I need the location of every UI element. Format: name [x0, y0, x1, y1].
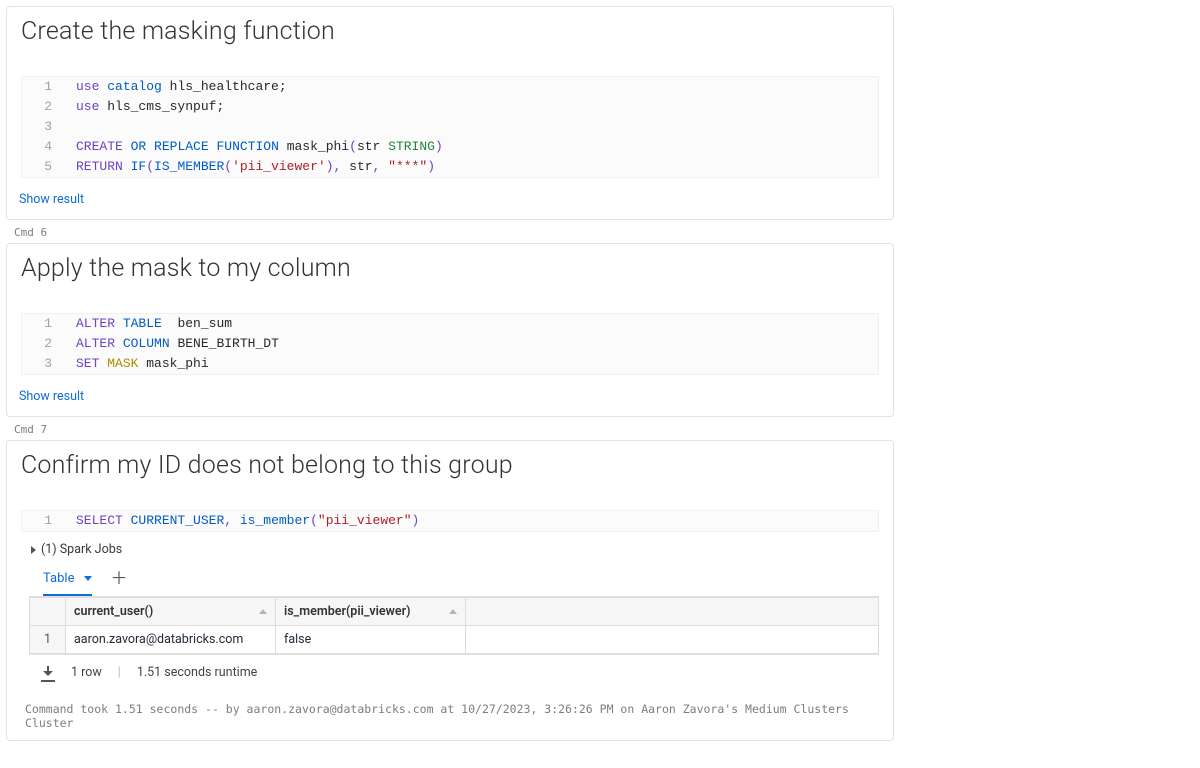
line-number: 3	[22, 354, 62, 374]
chevron-down-icon	[84, 576, 92, 581]
table-cell: aaron.zavora@databricks.com	[66, 626, 276, 654]
code-line: ALTER TABLE ben_sum	[62, 314, 232, 334]
result-footer: 1 row | 1.51 seconds runtime	[29, 654, 879, 690]
code-line	[62, 117, 84, 137]
code-line: SELECT CURRENT_USER, is_member("pii_view…	[62, 511, 419, 531]
code-line: CREATE OR REPLACE FUNCTION mask_phi(str …	[62, 137, 443, 157]
code-editor[interactable]: 1 ALTER TABLE ben_sum 2 ALTER COLUMN BEN…	[21, 313, 879, 375]
code-line: RETURN IF(IS_MEMBER('pii_viewer'), str, …	[62, 157, 435, 177]
code-line: use catalog hls_healthcare;	[62, 77, 287, 97]
cell-title: Apply the mask to my column	[7, 244, 893, 289]
show-result-link[interactable]: Show result	[7, 375, 893, 416]
row-count: 1 row	[71, 665, 102, 680]
tab-table[interactable]: Table	[43, 571, 92, 596]
line-number: 1	[22, 314, 62, 334]
code-editor[interactable]: 1 use catalog hls_healthcare; 2 use hls_…	[21, 76, 879, 178]
row-index-header	[30, 598, 66, 626]
code-line: SET MASK mask_phi	[62, 354, 209, 374]
cell-title: Confirm my ID does not belong to this gr…	[7, 441, 893, 486]
result-table: current_user() is_member(pii_viewer) 1 a…	[29, 597, 879, 654]
add-tab-button[interactable]: ＋	[110, 571, 127, 596]
code-editor[interactable]: 1 SELECT CURRENT_USER, is_member("pii_vi…	[21, 510, 879, 532]
runtime-label: 1.51 seconds runtime	[137, 665, 257, 680]
column-header[interactable]: current_user()	[66, 598, 276, 626]
notebook-cell: Apply the mask to my column 1 ALTER TABL…	[6, 243, 894, 417]
caret-right-icon	[31, 546, 36, 554]
line-number: 5	[22, 157, 62, 177]
column-header-filler	[466, 598, 879, 626]
line-number: 1	[22, 511, 62, 531]
line-number: 2	[22, 97, 62, 117]
line-number: 1	[22, 77, 62, 97]
line-number: 2	[22, 334, 62, 354]
table-row: 1 aaron.zavora@databricks.com false	[30, 626, 879, 654]
cmd-index-label: Cmd 6	[6, 224, 894, 243]
code-line: ALTER COLUMN BENE_BIRTH_DT	[62, 334, 279, 354]
cmd-index-label: Cmd 7	[6, 421, 894, 440]
sort-icon	[259, 609, 267, 614]
notebook-cell: Create the masking function 1 use catalo…	[6, 6, 894, 220]
tab-label: Table	[43, 571, 74, 586]
command-status: Command took 1.51 seconds -- by aaron.za…	[7, 696, 893, 740]
spark-jobs-toggle[interactable]: (1) Spark Jobs	[7, 532, 893, 563]
result-tabs: Table ＋	[29, 563, 879, 597]
download-icon[interactable]	[41, 666, 55, 680]
line-number: 3	[22, 117, 62, 137]
table-cell-filler	[466, 626, 879, 654]
cell-title: Create the masking function	[7, 7, 893, 52]
sort-icon	[449, 609, 457, 614]
notebook-cell: Confirm my ID does not belong to this gr…	[6, 440, 894, 741]
divider: |	[118, 665, 121, 680]
show-result-link[interactable]: Show result	[7, 178, 893, 219]
spark-jobs-label: (1) Spark Jobs	[41, 542, 122, 557]
result-panel: Table ＋ current_user() is_member(pii_vie…	[7, 563, 893, 696]
column-header[interactable]: is_member(pii_viewer)	[276, 598, 466, 626]
line-number: 4	[22, 137, 62, 157]
row-index: 1	[30, 626, 66, 654]
code-line: use hls_cms_synpuf;	[62, 97, 224, 117]
table-cell: false	[276, 626, 466, 654]
